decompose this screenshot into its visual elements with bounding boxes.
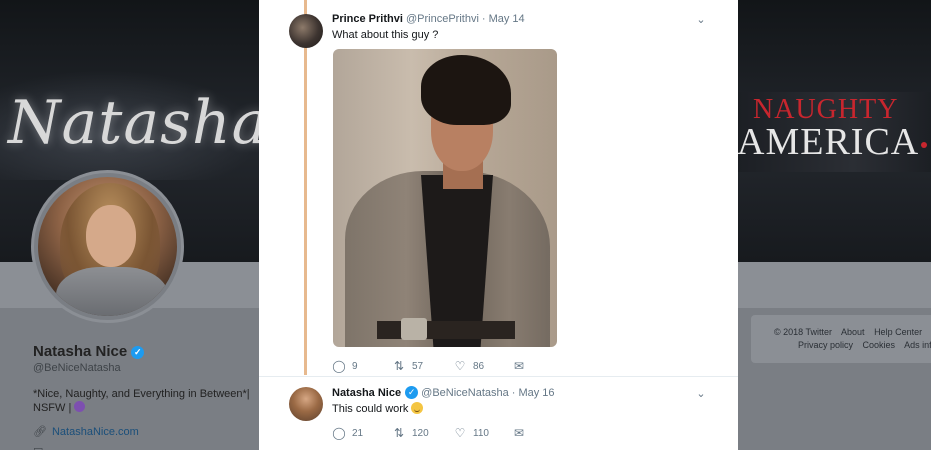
tweet-author-handle[interactable]: @PrincePrithvi <box>406 13 479 25</box>
heart-icon: ♡ <box>454 359 466 373</box>
reply-count: 9 <box>352 361 358 372</box>
tweet-author-name[interactable]: Prince Prithvi <box>332 13 403 25</box>
tweet-author-name[interactable]: Natasha Nice <box>332 387 401 399</box>
reply-button[interactable]: ◯ 9 <box>332 359 358 373</box>
avatar-photo <box>38 177 177 316</box>
footer-help-link[interactable]: Help Center <box>874 327 922 337</box>
thread-line <box>304 0 307 375</box>
footer-ads-link[interactable]: Ads info <box>904 340 931 350</box>
footer-row-2: Privacy policy Cookies Ads info <box>798 340 931 350</box>
like-button[interactable]: ♡ 110 <box>453 426 489 440</box>
link-icon: 🔗︎ <box>33 426 47 438</box>
retweet-count: 120 <box>412 428 429 439</box>
chevron-down-icon[interactable]: ⌄ <box>694 388 708 400</box>
footer-privacy-link[interactable]: Privacy policy <box>798 340 853 350</box>
tweet-text: This could work <box>332 402 424 415</box>
avatar-body <box>56 267 168 316</box>
tweet-photo[interactable] <box>333 49 557 347</box>
tweet-header: Natasha Nice ✓ @BeNiceNatasha · May 16 <box>332 386 555 399</box>
retweet-icon: ⇅ <box>393 359 405 373</box>
profile-avatar[interactable] <box>31 170 184 323</box>
footer-about-link[interactable]: About <box>841 327 865 337</box>
reply-count: 21 <box>352 428 364 439</box>
reply-icon: ◯ <box>332 426 346 440</box>
message-button[interactable]: ✉ <box>512 426 532 440</box>
retweet-button[interactable]: ⇅ 120 <box>392 426 429 440</box>
smirk-emoji-icon <box>411 402 424 414</box>
footer-cookies-link[interactable]: Cookies <box>863 340 896 350</box>
verified-badge-icon: ✓ <box>405 386 419 399</box>
profile-bio: *Nice, Naughty, and Everything in Betwee… <box>33 387 253 415</box>
tweet-separator: · <box>511 387 516 399</box>
tweet-separator: · <box>481 13 486 25</box>
calendar-icon: ▭ <box>33 444 44 450</box>
retweet-button[interactable]: ⇅ 57 <box>392 359 423 373</box>
like-count: 86 <box>473 361 485 372</box>
tweet-text: What about this guy ? <box>332 29 439 41</box>
photo-belt <box>377 321 515 339</box>
verified-badge-icon: ✓ <box>131 346 145 359</box>
like-button[interactable]: ♡ 86 <box>453 359 485 373</box>
tweet-text-content: This could work <box>332 403 409 415</box>
reply-icon: ◯ <box>332 359 346 373</box>
retweet-icon: ⇅ <box>393 426 405 440</box>
profile-name-text: Natasha Nice <box>33 343 128 360</box>
tweet-thread-overlay: Prince Prithvi @PrincePrithvi · May 14 ⌄ W… <box>259 0 738 450</box>
heart-icon: ♡ <box>454 426 466 440</box>
banner-brand-logo: NAUGHTY AMERICA <box>737 92 931 172</box>
photo-hair <box>421 55 511 125</box>
chevron-down-icon[interactable]: ⌄ <box>694 14 708 26</box>
avatar[interactable] <box>289 387 323 421</box>
tweet-header: Prince Prithvi @PrincePrithvi · May 14 <box>332 13 525 25</box>
avatar[interactable] <box>289 14 323 48</box>
envelope-icon: ✉ <box>513 359 525 373</box>
avatar-face <box>86 205 136 267</box>
footer-copyright: © 2018 Twitter <box>774 327 832 337</box>
profile-bio-text: *Nice, Naughty, and Everything in Betwee… <box>33 388 250 414</box>
tweet-date[interactable]: May 14 <box>489 13 525 25</box>
profile-name[interactable]: Natasha Nice ✓ <box>33 343 145 360</box>
envelope-icon: ✉ <box>513 426 525 440</box>
devil-emoji-icon <box>74 401 86 412</box>
retweet-count: 57 <box>412 361 424 372</box>
like-count: 110 <box>473 428 489 439</box>
message-button[interactable]: ✉ <box>512 359 532 373</box>
profile-website[interactable]: 🔗︎ NatashaNice.com <box>33 425 139 438</box>
tweet-author-handle[interactable]: @BeNiceNatasha <box>421 387 509 399</box>
footer-links: © 2018 Twitter About Help Center Privacy… <box>751 315 931 363</box>
banner-brand-dot <box>921 142 927 148</box>
reply-button[interactable]: ◯ 21 <box>332 426 363 440</box>
profile-handle: @BeNiceNatasha <box>33 362 121 374</box>
profile-website-text[interactable]: NatashaNice.com <box>52 426 139 438</box>
footer-row-1: © 2018 Twitter About Help Center <box>774 327 929 337</box>
photo-buckle <box>401 318 427 340</box>
banner-brand-bottom: AMERICA <box>737 121 920 163</box>
tweet-divider <box>259 376 738 377</box>
tweet-date[interactable]: May 16 <box>518 387 554 399</box>
